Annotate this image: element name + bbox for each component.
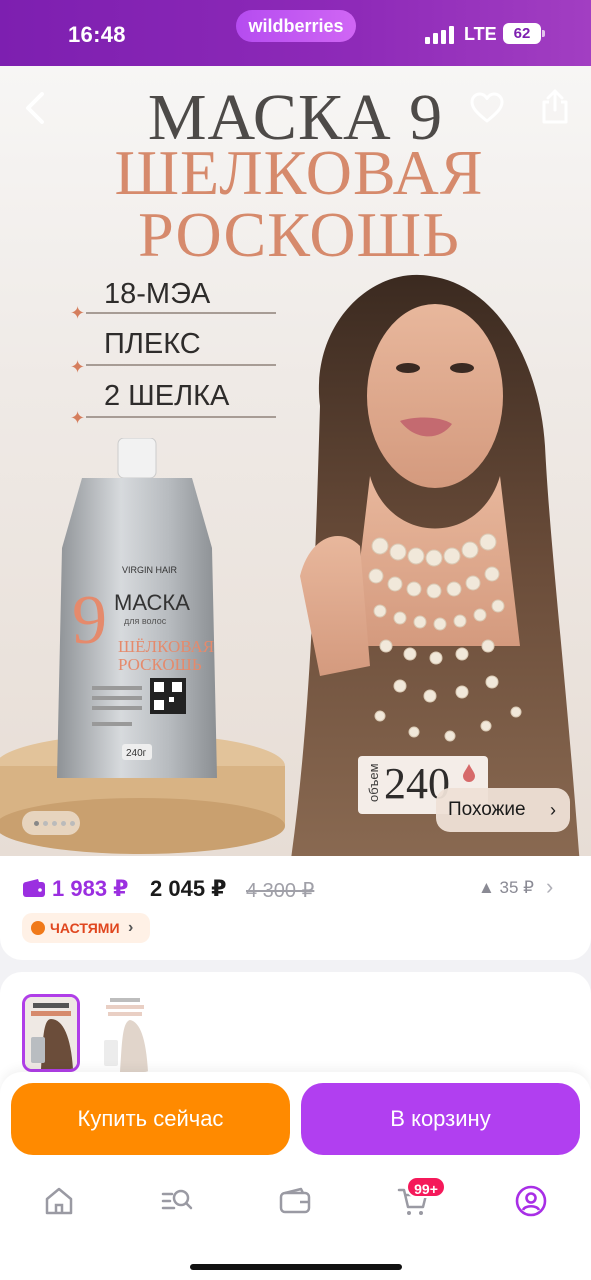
sparkle-icon: ✦: [70, 357, 86, 377]
chevron-right-icon[interactable]: ›: [546, 874, 553, 900]
bottom-tab-bar: 99+: [0, 1172, 591, 1280]
chevron-right-icon: ›: [550, 800, 556, 820]
wallet-price: 1 983 ₽: [52, 876, 129, 901]
battery-nub: [542, 30, 545, 37]
package-line1: ШЁЛКОВАЯ: [118, 637, 214, 656]
back-icon[interactable]: [22, 90, 50, 126]
package-name: МАСКА: [114, 590, 190, 615]
hero-subtitle: ШЕЛКОВАЯ РОСКОШЬ: [0, 137, 591, 270]
thumbnail-2[interactable]: [96, 994, 154, 1072]
tab-profile[interactable]: [514, 1184, 554, 1220]
tab-catalog[interactable]: [160, 1184, 200, 1220]
chevron-right-icon: ›: [128, 919, 134, 936]
thumbnail-image: [104, 998, 148, 1072]
home-indicator: [190, 1264, 402, 1270]
profile-icon: [515, 1185, 547, 1217]
hero-subtitle-line1: ШЕЛКОВАЯ: [114, 137, 484, 208]
package-brand: VIRGIN HAIR: [122, 565, 178, 575]
feature-2: ПЛЕКС: [104, 328, 201, 360]
drop-icon: [463, 764, 475, 782]
action-bar: Купить сейчас В корзину: [0, 1072, 591, 1172]
product-package: VIRGIN HAIR 9 МАСКА для волос ШЁЛКОВАЯ Р…: [57, 438, 217, 778]
similar-label: Похожие: [448, 799, 526, 820]
wallet-icon: [23, 879, 45, 897]
product-image-carousel[interactable]: МАСКА 9 ШЕЛКОВАЯ РОСКОШЬ ✦ 18-МЭА ✦ ПЛЕК…: [0, 66, 591, 856]
home-icon: [45, 1187, 73, 1215]
similar-products-button[interactable]: Похожие ›: [436, 788, 570, 832]
tab-wallet[interactable]: [278, 1184, 318, 1220]
cart-count-badge: 99+: [406, 1176, 446, 1198]
signal-icon: [425, 26, 457, 44]
add-to-cart-button[interactable]: В корзину: [301, 1083, 580, 1155]
battery-icon: 62: [503, 23, 541, 44]
package-number: 9: [72, 582, 107, 659]
package-line2: РОСКОШЬ: [118, 655, 202, 674]
current-price: 2 045 ₽: [150, 876, 227, 901]
feature-divider: [86, 312, 276, 314]
thumbnail-1[interactable]: [22, 994, 80, 1072]
network-label: LTE: [464, 24, 497, 44]
brand-logo: wildberries: [236, 10, 356, 42]
status-time: 16:48: [68, 22, 126, 47]
volume-label: объем: [366, 763, 381, 802]
installments-label: ЧАСТЯМИ: [50, 920, 120, 936]
hero-subtitle-line2: РОСКОШЬ: [138, 199, 460, 270]
wallet-icon: [279, 1187, 311, 1214]
favorite-heart-icon[interactable]: [470, 92, 504, 124]
carousel-dots: [22, 811, 80, 835]
package-subtitle: для волос: [124, 616, 167, 626]
feature-divider: [86, 416, 276, 418]
status-bar: 16:48 wildberries LTE 62: [0, 0, 591, 66]
catalog-search-icon: [161, 1189, 193, 1210]
buy-now-button[interactable]: Купить сейчас: [11, 1083, 290, 1155]
feature-1: 18-МЭА: [104, 278, 211, 310]
feature-3: 2 ШЕЛКА: [104, 380, 230, 412]
installments-icon: [31, 921, 45, 935]
feature-divider: [86, 364, 276, 366]
share-icon[interactable]: [540, 88, 570, 124]
sparkle-icon: ✦: [70, 408, 86, 428]
sparkle-icon: ✦: [70, 303, 86, 323]
installments-button[interactable]: ЧАСТЯМИ ›: [22, 913, 150, 943]
price-trend[interactable]: ▲ 35 ₽: [478, 878, 534, 898]
thumbnail-image: [25, 997, 77, 1069]
tab-home[interactable]: [42, 1184, 82, 1220]
price-card: 1 983 ₽ 2 045 ₽ 4 300 ₽ ▲ 35 ₽ › ЧАСТЯМИ…: [0, 856, 591, 960]
package-weight: 240г: [126, 748, 147, 759]
old-price: 4 300 ₽: [246, 880, 315, 902]
